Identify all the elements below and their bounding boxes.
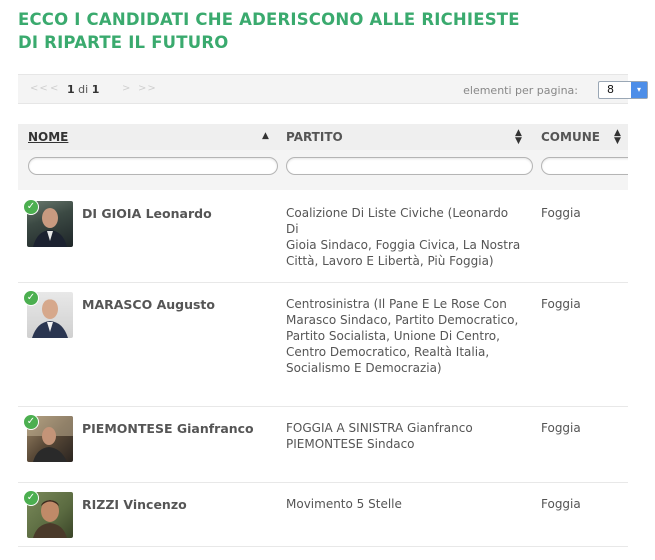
party-line: PIEMONTESE Sindaco [286, 437, 415, 451]
candidate-party: Centrosinistra (Il Pane E Le Rose Con Ma… [286, 296, 521, 376]
sort-both-icon[interactable]: ▲ ▼ [614, 129, 621, 146]
pagination-bar: << < 1 di 1 > >> elementi per pagina: 8 … [18, 74, 648, 104]
per-page-label: elementi per pagina: [463, 84, 578, 97]
candidate-city: Foggia [541, 421, 581, 435]
first-page-button[interactable]: << [30, 83, 49, 94]
party-line: Centro Democratico, Realtà Italia, [286, 345, 490, 359]
total-pages: 1 [91, 83, 100, 96]
candidate-party: FOGGIA A SINISTRA Gianfranco PIEMONTESE … [286, 420, 521, 452]
party-line: Movimento 5 Stelle [286, 497, 402, 511]
candidate-city: Foggia [541, 206, 581, 220]
per-page-select[interactable]: 8 ▾ [598, 81, 648, 99]
sort-ascending-icon[interactable]: ▲ [262, 132, 269, 141]
table-row: ✓ DI GIOIA Leonardo Coalizione Di Liste … [18, 191, 628, 283]
candidate-name: DI GIOIA Leonardo [82, 206, 212, 221]
page-of-label: di [78, 83, 89, 96]
verified-check-icon: ✓ [23, 414, 39, 430]
party-line: Città, Lavoro E Libertà, Più Foggia) [286, 254, 494, 268]
candidate-name: MARASCO Augusto [82, 297, 215, 312]
candidate-name: PIEMONTESE Gianfranco [82, 421, 254, 436]
table-row: ✓ MARASCO Augusto Centrosinistra (Il Pan… [18, 283, 628, 407]
candidate-party: Movimento 5 Stelle [286, 496, 521, 512]
candidate-name: RIZZI Vincenzo [82, 497, 187, 512]
party-line: Marasco Sindaco, Partito Democratico, [286, 313, 519, 327]
verified-check-icon: ✓ [23, 199, 39, 215]
sort-both-icon[interactable]: ▲ ▼ [515, 129, 522, 146]
candidate-city: Foggia [541, 297, 581, 311]
filter-row [18, 150, 628, 190]
chevron-down-icon: ▾ [631, 82, 647, 98]
filter-nome-input[interactable] [28, 157, 278, 175]
heading-line-1: ECCO I CANDIDATI CHE ADERISCONO ALLE RIC… [18, 10, 520, 29]
verified-check-icon: ✓ [23, 490, 39, 506]
table-header: NOME ▲ PARTITO ▲ ▼ COMUNE ▲ ▼ [18, 124, 628, 150]
per-page-value: 8 [607, 83, 614, 96]
current-page: 1 [67, 83, 75, 96]
party-line: Coalizione Di Liste Civiche (Leonardo Di [286, 206, 509, 236]
filter-partito-input[interactable] [286, 157, 533, 175]
filter-comune-input[interactable] [541, 157, 628, 175]
party-line: Partito Socialista, Unione Di Centro, [286, 329, 500, 343]
table-row: ✓ PIEMONTESE Gianfranco FOGGIA A SINISTR… [18, 407, 628, 483]
party-line: Socialismo E Democrazia) [286, 361, 442, 375]
table-row: ✓ RIZZI Vincenzo Movimento 5 Stelle Fogg… [18, 483, 628, 547]
party-line: Centrosinistra (Il Pane E Le Rose Con [286, 297, 507, 311]
candidate-city: Foggia [541, 497, 581, 511]
column-header-comune[interactable]: COMUNE [541, 130, 600, 144]
page-indicator: 1 di 1 [67, 83, 99, 96]
prev-page-button[interactable]: < [50, 83, 59, 94]
last-page-button[interactable]: >> [138, 83, 157, 94]
next-page-button[interactable]: > [122, 83, 131, 94]
column-header-nome[interactable]: NOME [28, 130, 68, 144]
column-header-partito[interactable]: PARTITO [286, 130, 343, 144]
verified-check-icon: ✓ [23, 290, 39, 306]
party-line: FOGGIA A SINISTRA Gianfranco [286, 421, 473, 435]
candidate-party: Coalizione Di Liste Civiche (Leonardo Di… [286, 205, 521, 269]
page-heading: ECCO I CANDIDATI CHE ADERISCONO ALLE RIC… [18, 8, 520, 54]
party-line: Gioia Sindaco, Foggia Civica, La Nostra [286, 238, 521, 252]
heading-line-2: DI RIPARTE IL FUTURO [18, 33, 229, 52]
